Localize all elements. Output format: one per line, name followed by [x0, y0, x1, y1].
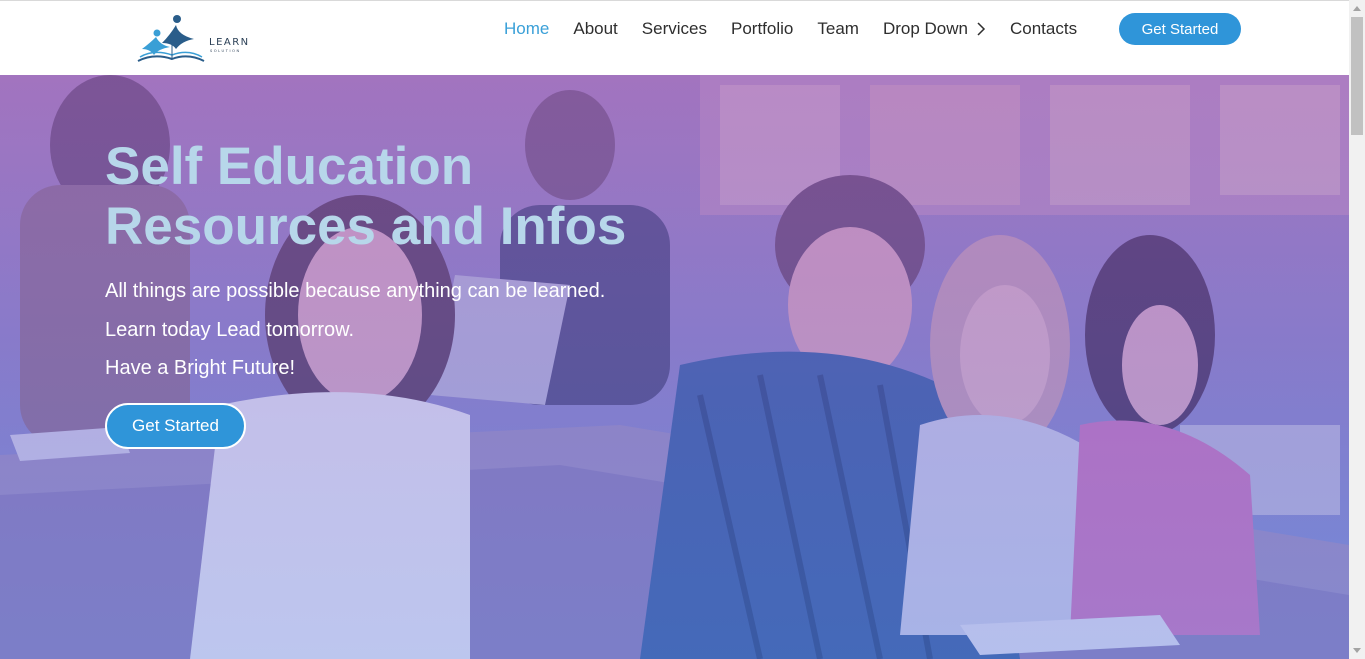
- nav-item-about[interactable]: About: [573, 19, 617, 39]
- hero-get-started-button[interactable]: Get Started: [105, 403, 246, 449]
- scroll-down-arrow-icon[interactable]: [1353, 648, 1361, 653]
- nav-item-portfolio[interactable]: Portfolio: [731, 19, 793, 39]
- nav-item-drop-down[interactable]: Drop Down: [883, 19, 986, 39]
- hero-title: Self Education Resources and Infos: [105, 137, 627, 256]
- nav-item-home[interactable]: Home: [504, 19, 549, 39]
- chevron-right-icon: [977, 22, 986, 36]
- nav-home-label: Home: [504, 19, 550, 38]
- scroll-up-arrow-icon[interactable]: [1353, 6, 1361, 11]
- nav-drop-down-label: Drop Down: [882, 19, 968, 38]
- nav-services-label: Services: [641, 19, 707, 38]
- site-header: LEARN SOLUTION Home About Services Portf…: [0, 0, 1349, 75]
- page: LEARN SOLUTION Home About Services Portf…: [0, 0, 1365, 659]
- nav-about-label: About: [573, 19, 618, 38]
- main-nav: Home About Services Portfolio Team Drop …: [504, 18, 1101, 40]
- site-logo[interactable]: LEARN SOLUTION: [136, 13, 258, 67]
- scrollbar-thumb[interactable]: [1351, 17, 1363, 135]
- nav-team-label: Team: [817, 19, 859, 38]
- vertical-scrollbar[interactable]: [1349, 0, 1365, 659]
- hero-line-3: Have a Bright Future!: [105, 357, 296, 379]
- hero-line-2: Learn today Lead tomorrow.: [105, 319, 355, 341]
- logo-subtitle: SOLUTION: [210, 49, 241, 53]
- nav-item-services[interactable]: Services: [642, 19, 707, 39]
- header-get-started-button[interactable]: Get Started: [1119, 13, 1241, 45]
- nav-item-team[interactable]: Team: [817, 19, 859, 39]
- logo-wordmark: LEARN: [209, 37, 250, 48]
- nav-contacts-label: Contacts: [1009, 19, 1078, 38]
- hero-line-1: All things are possible because anything…: [105, 280, 606, 302]
- nav-item-contacts[interactable]: Contacts: [1010, 19, 1077, 39]
- nav-portfolio-label: Portfolio: [730, 19, 794, 38]
- hero-section: Self Education Resources and Infos All t…: [0, 75, 1349, 659]
